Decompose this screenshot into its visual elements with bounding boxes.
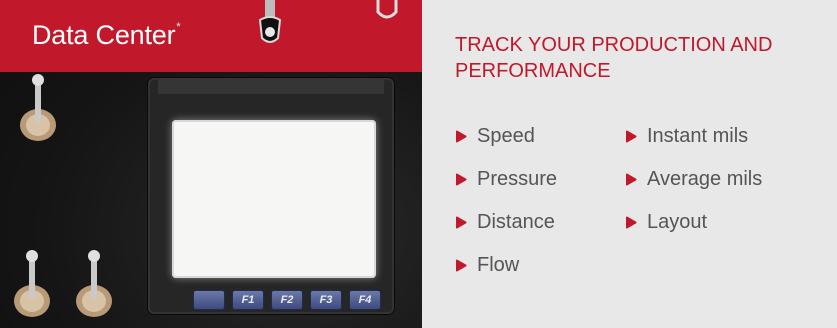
list-item: Layout <box>625 201 825 244</box>
list-item: Average mils <box>625 158 825 201</box>
feature-list: Speed Pressure Distance Flow Instant mil… <box>455 115 835 287</box>
feature-label: Pressure <box>477 168 558 190</box>
triangle-bullet-icon <box>456 216 467 229</box>
toggle-switch-icon <box>20 74 56 141</box>
feature-panel: TRACK YOUR PRODUCTION AND PERFORMANCE Sp… <box>422 0 837 328</box>
triangle-bullet-icon <box>456 259 467 272</box>
section-heading: TRACK YOUR PRODUCTION AND PERFORMANCE <box>455 34 773 82</box>
feature-label: Distance <box>477 211 555 233</box>
list-item: Flow <box>455 244 625 287</box>
display-unit-bezel <box>158 78 384 94</box>
cable-connector-icon <box>376 0 398 19</box>
header-bar: Data Center* <box>0 0 422 72</box>
function-key-f1: F1 <box>232 290 264 310</box>
triangle-bullet-icon <box>626 130 637 143</box>
triangle-bullet-icon <box>456 130 467 143</box>
triangle-bullet-icon <box>456 173 467 186</box>
function-key-f3: F3 <box>310 290 342 310</box>
display-screen <box>172 120 376 278</box>
toggle-switch-icon <box>76 250 112 317</box>
feature-label: Instant mils <box>647 125 749 147</box>
page-title-text: Data Center <box>32 20 176 50</box>
function-keys: F1 F2 F3 F4 <box>193 290 381 310</box>
toggle-switch-icon <box>14 250 50 317</box>
feature-label: Layout <box>647 211 708 233</box>
triangle-bullet-icon <box>626 216 637 229</box>
list-item: Speed <box>455 115 625 158</box>
feature-label: Flow <box>477 254 520 276</box>
display-unit: F1 F2 F3 F4 <box>148 78 394 314</box>
page-title-mark: * <box>176 21 181 33</box>
function-key-home <box>193 290 225 310</box>
page-title: Data Center* <box>32 20 181 51</box>
triangle-bullet-icon <box>626 173 637 186</box>
function-key-f4: F4 <box>349 290 381 310</box>
list-item: Distance <box>455 201 625 244</box>
list-item: Instant mils <box>625 115 825 158</box>
list-item: Pressure <box>455 158 625 201</box>
function-key-f2: F2 <box>271 290 303 310</box>
cable-connector-icon <box>258 0 282 43</box>
feature-label: Average mils <box>647 168 763 190</box>
product-photo: F1 F2 F3 F4 Data Center* <box>0 0 422 328</box>
feature-label: Speed <box>477 125 535 147</box>
